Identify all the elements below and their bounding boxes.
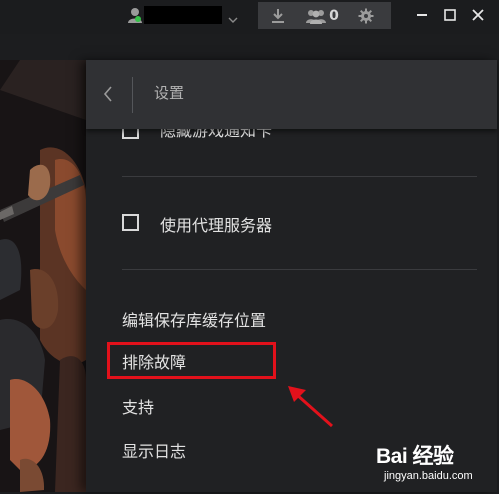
proxy-server-label[interactable]: 使用代理服务器 [160,212,272,236]
edit-cache-location-link[interactable]: 编辑保存库缓存位置 [122,307,266,331]
annotation-arrow [288,386,333,428]
maximize-button[interactable] [439,4,461,26]
user-name [144,6,222,24]
divider [122,176,477,177]
show-log-link[interactable]: 显示日志 [122,438,186,462]
chevron-down-icon[interactable] [228,10,238,23]
toolbar: 0 [258,2,391,29]
maximize-icon [444,9,456,21]
user-menu[interactable] [127,5,238,25]
hide-notifications-checkbox[interactable] [122,129,139,139]
close-button[interactable] [467,4,489,26]
title-bar: 0 [0,0,499,34]
hide-notifications-label: 隐藏游戏通知卡 [160,129,273,140]
settings-button[interactable] [346,2,386,29]
back-button[interactable] [98,82,118,106]
settings-header: 设置 [86,60,497,129]
page-title: 设置 [154,84,185,102]
downloads-button[interactable] [258,2,298,29]
user-icon [127,6,143,24]
download-icon [272,8,284,23]
header-divider [132,77,133,113]
highlight-box [107,342,276,379]
minimize-button[interactable] [411,4,433,26]
friends-icon [306,9,327,24]
watermark-brand: Bai 经验 [376,445,454,468]
online-status-dot [135,16,141,22]
friends-button[interactable]: 0 [298,2,346,29]
support-link[interactable]: 支持 [122,394,154,418]
baidu-watermark: Bai 经验 jingyan.baidu.com [376,434,494,492]
divider [122,269,477,270]
watermark-url: jingyan.baidu.com [384,470,473,482]
game-artwork [0,60,86,492]
friend-count: 0 [329,7,339,24]
close-icon [472,9,484,21]
proxy-server-checkbox[interactable] [122,214,139,231]
gear-icon [358,8,374,23]
chevron-left-icon [103,86,112,102]
scrolled-item-container: 隐藏游戏通知卡 [86,129,497,141]
minimize-icon [417,14,427,16]
